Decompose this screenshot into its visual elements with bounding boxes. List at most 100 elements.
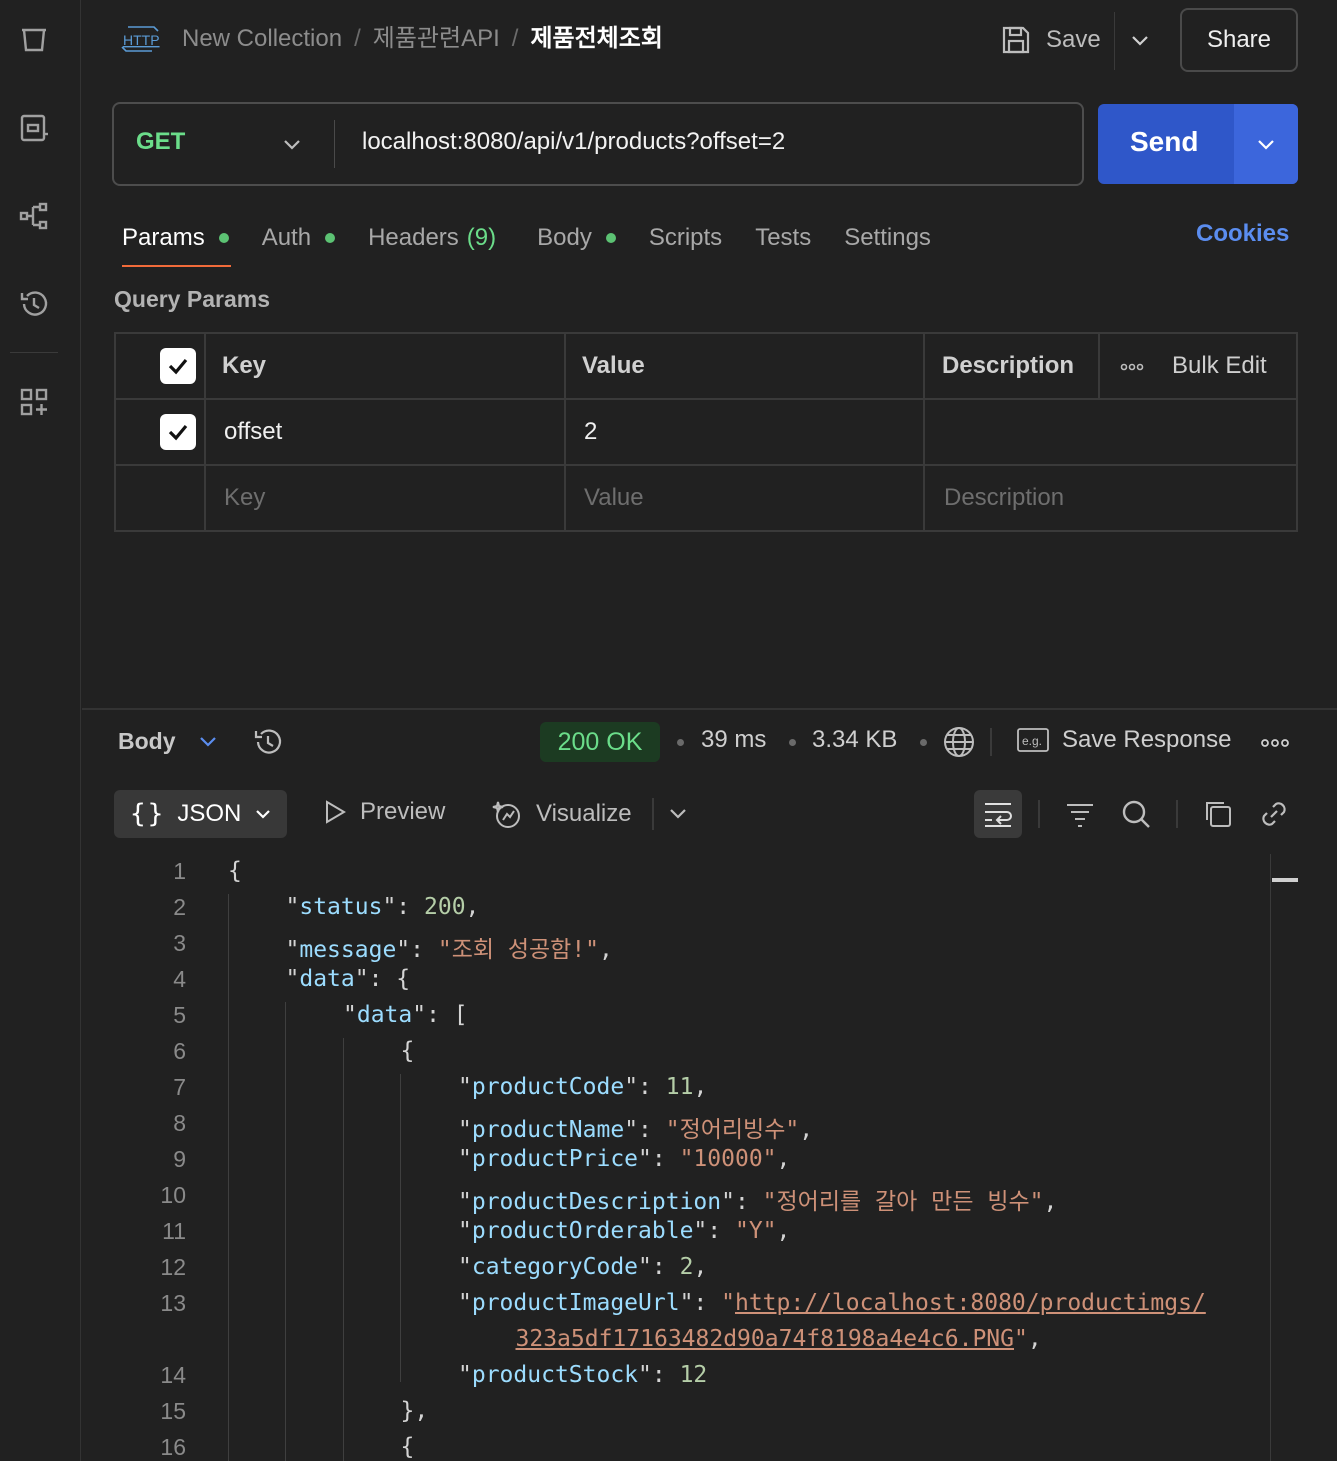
code-line: "productDescription": "정어리를 갈아 만든 빙수", bbox=[458, 1189, 1058, 1215]
toolbar-divider bbox=[652, 798, 654, 830]
response-size[interactable]: 3.34 KB bbox=[812, 726, 897, 754]
url-bar: GET localhost:8080/api/v1/products?offse… bbox=[112, 102, 1084, 186]
save-options-button[interactable] bbox=[1128, 26, 1152, 56]
response-body-label: Body bbox=[118, 728, 176, 754]
headers-count: (9) bbox=[466, 224, 497, 251]
tab-settings[interactable]: Settings bbox=[844, 220, 931, 256]
flows-icon[interactable] bbox=[16, 198, 52, 234]
play-icon bbox=[326, 800, 346, 824]
code-line: "categoryCode": 2, bbox=[458, 1254, 708, 1280]
tab-label: Auth bbox=[261, 224, 312, 251]
request-title[interactable]: 제품전체조회 bbox=[530, 25, 662, 52]
copy-icon[interactable] bbox=[1202, 798, 1234, 830]
more-options-icon[interactable] bbox=[1260, 737, 1290, 749]
line-number: 3 bbox=[173, 930, 186, 956]
filter-icon[interactable] bbox=[1064, 798, 1096, 830]
code-scrollbar[interactable] bbox=[1270, 854, 1298, 1461]
send-options-button[interactable] bbox=[1234, 104, 1298, 184]
code-line-wrapped: 323a5df17163482d90a74f8198a4e4c6.PNG", bbox=[515, 1326, 1042, 1352]
environments-icon[interactable] bbox=[16, 110, 52, 146]
code-line: "productOrderable": "Y", bbox=[458, 1218, 791, 1244]
link-icon[interactable] bbox=[1258, 798, 1290, 830]
new-description-input[interactable]: Description bbox=[944, 484, 1064, 512]
method-select[interactable]: GET bbox=[136, 128, 185, 156]
history-icon[interactable] bbox=[252, 726, 284, 758]
word-wrap-toggle[interactable] bbox=[974, 790, 1022, 838]
format-label: JSON bbox=[177, 800, 242, 827]
toolbar-divider bbox=[1176, 800, 1178, 828]
response-body-select[interactable]: Body bbox=[118, 728, 176, 755]
code-line: "productImageUrl": "http://localhost:808… bbox=[458, 1290, 1206, 1316]
save-response-button[interactable]: e.g. Save Response bbox=[1016, 726, 1231, 754]
new-key-input[interactable]: Key bbox=[224, 484, 265, 512]
chevron-down-icon[interactable] bbox=[196, 732, 220, 752]
save-icon bbox=[1002, 26, 1030, 54]
format-select[interactable]: {} JSON bbox=[114, 790, 287, 838]
tab-scripts[interactable]: Scripts bbox=[649, 220, 722, 256]
key-column-header: Key bbox=[222, 352, 267, 379]
wrap-icon bbox=[985, 803, 1012, 827]
preview-button[interactable]: Preview bbox=[322, 798, 445, 826]
row-enabled-checkbox[interactable] bbox=[160, 414, 196, 450]
svg-text:HTTP: HTTP bbox=[123, 32, 160, 48]
code-line: { bbox=[400, 1038, 415, 1064]
select-all-checkbox[interactable] bbox=[160, 348, 196, 384]
add-workspace-icon[interactable] bbox=[16, 384, 52, 420]
bulk-edit-button[interactable]: Bulk Edit bbox=[1172, 352, 1267, 380]
tab-body[interactable]: Body bbox=[537, 220, 616, 256]
tab-label: Params bbox=[122, 224, 205, 251]
response-time[interactable]: 39 ms bbox=[701, 726, 766, 754]
separator-dot bbox=[920, 739, 927, 746]
breadcrumb-separator: / bbox=[511, 25, 519, 52]
share-button[interactable]: Share bbox=[1180, 8, 1298, 72]
param-value[interactable]: 2 bbox=[584, 418, 597, 446]
chevron-down-icon[interactable] bbox=[666, 804, 690, 824]
tab-label: Tests bbox=[755, 224, 812, 251]
scrollbar-thumb[interactable] bbox=[1272, 878, 1298, 882]
chevron-down-icon[interactable] bbox=[280, 132, 304, 156]
code-line: "data": { bbox=[285, 966, 411, 992]
tab-label: Scripts bbox=[648, 224, 723, 251]
sidebar-divider bbox=[10, 352, 58, 353]
breadcrumb-collection[interactable]: New Collection bbox=[182, 25, 342, 52]
status-badge[interactable]: 200 OK bbox=[540, 722, 660, 762]
tab-indicator-dot bbox=[218, 233, 229, 243]
breadcrumb: New Collection / 제품관련API / 제품전체조회 bbox=[182, 22, 663, 56]
code-line: "productStock": 12 bbox=[458, 1362, 708, 1388]
cookies-link[interactable]: Cookies bbox=[1196, 220, 1289, 248]
history-icon[interactable] bbox=[16, 286, 52, 322]
query-params-table: Key Value Description Bulk Edit offset 2… bbox=[114, 332, 1298, 532]
breadcrumb-folder[interactable]: 제품관련API bbox=[373, 25, 500, 52]
indent-guide bbox=[228, 894, 229, 1461]
code-line: { bbox=[400, 1434, 415, 1460]
more-options-icon[interactable] bbox=[1120, 362, 1144, 372]
tab-params[interactable]: Params bbox=[122, 220, 229, 256]
tab-headers[interactable]: Headers (9) bbox=[368, 220, 496, 256]
code-line: "productPrice": "10000", bbox=[458, 1146, 791, 1172]
line-number: 16 bbox=[160, 1434, 186, 1460]
line-number: 1 bbox=[173, 858, 186, 884]
code-line: { bbox=[228, 858, 242, 884]
globe-icon[interactable] bbox=[942, 725, 976, 759]
code-line: "productCode": 11, bbox=[458, 1074, 708, 1100]
save-label: Save bbox=[1046, 26, 1101, 53]
collections-icon[interactable] bbox=[16, 22, 52, 58]
response-divider[interactable] bbox=[82, 708, 1337, 710]
tab-tests[interactable]: Tests bbox=[755, 220, 811, 256]
new-value-input[interactable]: Value bbox=[584, 484, 644, 512]
url-input[interactable]: localhost:8080/api/v1/products?offset=2 bbox=[362, 128, 785, 156]
response-body-viewer[interactable]: 1 {2 "status": 200, 3 "message": "조회 성공함!", 4… bbox=[100, 854, 1270, 1461]
chevron-down-icon bbox=[256, 810, 271, 819]
tab-auth[interactable]: Auth bbox=[261, 220, 336, 256]
save-button[interactable]: Save bbox=[1000, 20, 1101, 60]
save-divider bbox=[1114, 12, 1115, 70]
visualize-button[interactable]: Visualize bbox=[492, 798, 632, 830]
send-button[interactable]: Send bbox=[1130, 126, 1198, 158]
tab-indicator-dot bbox=[605, 233, 616, 243]
param-key[interactable]: offset bbox=[224, 418, 282, 446]
line-number: 5 bbox=[173, 1002, 186, 1028]
line-number: 11 bbox=[162, 1218, 186, 1244]
search-icon[interactable] bbox=[1120, 798, 1152, 830]
send-button-group: Send bbox=[1098, 104, 1298, 184]
preview-label: Preview bbox=[360, 798, 446, 825]
